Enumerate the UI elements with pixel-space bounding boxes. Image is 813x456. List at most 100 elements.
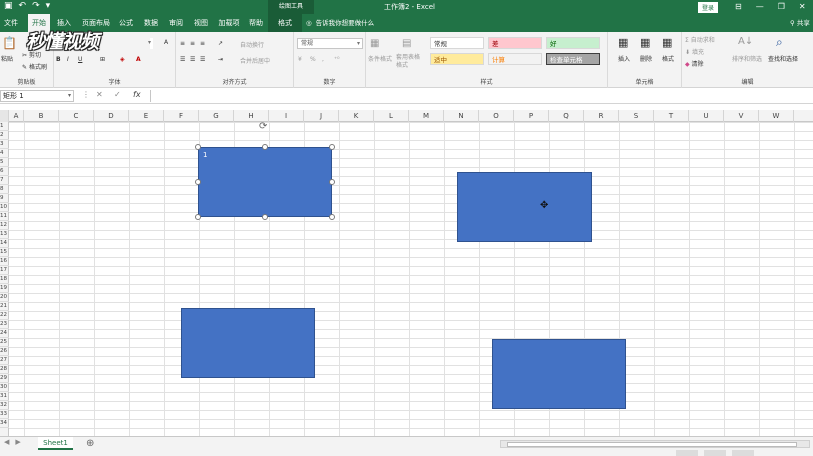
page-layout-view-icon[interactable] xyxy=(704,450,726,456)
row-header[interactable]: 4 xyxy=(0,149,9,158)
select-all-corner[interactable] xyxy=(0,110,9,122)
column-header[interactable]: I xyxy=(269,110,304,122)
column-header[interactable]: O xyxy=(479,110,514,122)
row-header[interactable]: 14 xyxy=(0,239,9,248)
cell-area[interactable] xyxy=(9,122,813,436)
row-header[interactable]: 7 xyxy=(0,176,9,185)
redo-icon[interactable]: ↷ xyxy=(32,1,40,11)
align-middle-icon[interactable]: ≡ xyxy=(190,40,195,47)
tab-review[interactable]: 审阅 xyxy=(165,14,187,32)
login-button[interactable]: 登录 xyxy=(698,2,719,13)
tab-data[interactable]: 数据 xyxy=(140,14,162,32)
delete-cells-button[interactable]: 删除 xyxy=(640,54,652,63)
conditional-format-icon[interactable]: ▦ xyxy=(370,38,379,49)
scrollbar-thumb[interactable] xyxy=(507,442,797,447)
resize-handle[interactable] xyxy=(262,144,268,150)
align-top-icon[interactable]: ≡ xyxy=(180,40,185,47)
style-good[interactable]: 好 xyxy=(546,37,600,49)
tab-view[interactable]: 视图 xyxy=(190,14,212,32)
row-header[interactable]: 3 xyxy=(0,140,9,149)
row-header[interactable]: 9 xyxy=(0,194,9,203)
comma-button[interactable]: , xyxy=(322,56,324,63)
page-break-view-icon[interactable] xyxy=(732,450,754,456)
column-header[interactable]: Q xyxy=(549,110,584,122)
row-header[interactable]: 2 xyxy=(0,131,9,140)
column-header[interactable]: S xyxy=(619,110,654,122)
rectangle-shape[interactable] xyxy=(492,339,626,409)
column-header[interactable]: U xyxy=(689,110,724,122)
ribbon-display-icon[interactable]: ⊟ xyxy=(735,0,742,14)
style-check-cell[interactable]: 检查单元格 xyxy=(546,53,600,65)
row-header[interactable]: 12 xyxy=(0,221,9,230)
number-format-select[interactable]: 常规 xyxy=(297,38,363,49)
rectangle-shape[interactable] xyxy=(181,308,315,378)
orientation-icon[interactable]: ↗ xyxy=(218,40,223,47)
column-header[interactable]: W xyxy=(759,110,794,122)
row-header[interactable]: 32 xyxy=(0,401,9,410)
column-header[interactable]: T xyxy=(654,110,689,122)
column-header[interactable]: R xyxy=(584,110,619,122)
style-normal[interactable]: 常规 xyxy=(430,37,484,49)
align-left-icon[interactable]: ☰ xyxy=(180,56,185,63)
resize-handle[interactable] xyxy=(262,214,268,220)
column-header[interactable]: B xyxy=(24,110,59,122)
row-header[interactable]: 22 xyxy=(0,311,9,320)
find-icon[interactable]: ⌕ xyxy=(776,35,783,50)
enter-icon[interactable]: ✓ xyxy=(114,90,121,99)
chevron-down-icon[interactable]: ▾ xyxy=(68,91,71,101)
conditional-format-button[interactable]: 条件格式 xyxy=(368,54,392,63)
next-sheet-icon[interactable]: ▶ xyxy=(15,438,20,446)
tab-addins[interactable]: 加载项 xyxy=(215,14,243,32)
sort-filter-button[interactable]: 排序和筛选 xyxy=(732,54,762,63)
restore-button[interactable]: ❐ xyxy=(778,0,785,14)
borders-icon[interactable]: ⊞ xyxy=(100,56,105,63)
row-header[interactable]: 10 xyxy=(0,203,9,212)
resize-handle[interactable] xyxy=(195,214,201,220)
row-header[interactable]: 16 xyxy=(0,257,9,266)
wrap-text-button[interactable]: 自动换行 xyxy=(240,40,264,49)
sheet-tab[interactable]: Sheet1 xyxy=(38,437,73,450)
row-header[interactable]: 1 xyxy=(0,122,9,131)
normal-view-icon[interactable] xyxy=(676,450,698,456)
format-as-table-icon[interactable]: ▤ xyxy=(402,38,411,49)
tab-file[interactable]: 文件 xyxy=(0,14,22,32)
paste-button[interactable]: 粘贴 xyxy=(1,54,13,63)
share-button[interactable]: ⚲ 共享 xyxy=(790,14,810,32)
row-header[interactable]: 5 xyxy=(0,158,9,167)
align-center-icon[interactable]: ☰ xyxy=(190,56,195,63)
currency-icon[interactable]: ¥ xyxy=(298,56,302,63)
add-sheet-icon[interactable]: ⊕ xyxy=(86,437,94,450)
tab-format[interactable]: 格式 xyxy=(268,14,302,32)
insert-function-icon[interactable]: fx xyxy=(133,90,141,99)
tab-help[interactable]: 帮助 xyxy=(245,14,267,32)
row-header[interactable]: 21 xyxy=(0,302,9,311)
grow-font-icon[interactable]: A xyxy=(164,39,168,46)
column-header[interactable]: M xyxy=(409,110,444,122)
column-header[interactable]: D xyxy=(94,110,129,122)
worksheet-grid[interactable]: A B C D E F G H I J K L M N O P Q R S T … xyxy=(0,110,813,436)
row-header[interactable]: 17 xyxy=(0,266,9,275)
column-header[interactable]: F xyxy=(164,110,199,122)
save-icon[interactable]: ▣ xyxy=(4,1,13,11)
row-header[interactable]: 27 xyxy=(0,356,9,365)
row-header[interactable]: 15 xyxy=(0,248,9,257)
increase-decimal-icon[interactable]: ⁺⁰ xyxy=(334,56,340,63)
horizontal-scrollbar[interactable] xyxy=(500,440,810,448)
customize-qat-icon[interactable]: ▾ xyxy=(46,1,51,11)
row-header[interactable]: 19 xyxy=(0,284,9,293)
column-header[interactable]: P xyxy=(514,110,549,122)
column-header[interactable]: G xyxy=(199,110,234,122)
formula-input[interactable] xyxy=(150,90,813,102)
column-header[interactable]: K xyxy=(339,110,374,122)
delete-cells-icon[interactable]: ▦ xyxy=(640,36,650,49)
align-right-icon[interactable]: ☰ xyxy=(200,56,205,63)
style-neutral[interactable]: 适中 xyxy=(430,53,484,65)
rectangle-shape[interactable] xyxy=(457,172,592,242)
fill-button[interactable]: ⬇ 填充 xyxy=(685,47,704,56)
resize-handle[interactable] xyxy=(195,144,201,150)
insert-cells-icon[interactable]: ▦ xyxy=(618,36,628,49)
minimize-button[interactable]: — xyxy=(756,0,764,14)
fill-color-icon[interactable]: ◈ xyxy=(120,56,125,63)
column-header[interactable]: C xyxy=(59,110,94,122)
tab-formulas[interactable]: 公式 xyxy=(116,14,136,32)
